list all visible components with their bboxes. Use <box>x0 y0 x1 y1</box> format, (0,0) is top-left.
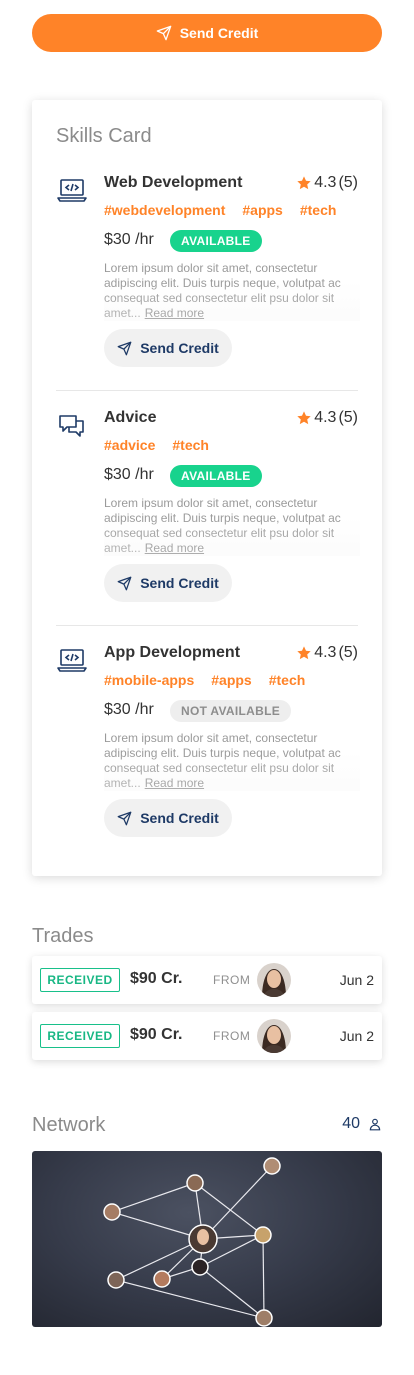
user-icon <box>369 1118 381 1131</box>
send-credit-label: Send Credit <box>140 340 219 356</box>
skill-tags: #webdevelopment #apps #tech <box>104 202 353 218</box>
send-credit-label: Send Credit <box>140 575 219 591</box>
star-icon <box>297 411 311 425</box>
received-badge: RECEIVED <box>40 968 120 992</box>
trade-row[interactable]: RECEIVED $90 Cr. FROM Jun 2 <box>32 956 382 1004</box>
skill-price: $30 /hr <box>104 701 154 718</box>
skills-card: Skills Card Web Development 4.3 (5) #web… <box>32 100 382 876</box>
skill-item-app-development: App Development 4.3 (5) #mobile-apps #ap… <box>56 644 360 844</box>
tag-link[interactable]: #tech <box>269 672 306 688</box>
network-graph-canvas <box>103 1157 281 1327</box>
skill-tags: #mobile-apps #apps #tech <box>104 672 322 688</box>
trade-date: Jun 2 <box>339 1028 374 1044</box>
paper-plane-icon <box>156 25 172 41</box>
description-text: Lorem ipsum dolor sit amet, consectetur … <box>104 261 341 320</box>
trade-amount: $90 Cr. <box>130 970 183 987</box>
skill-rating: 4.3 (5) <box>296 644 358 662</box>
send-credit-button[interactable]: Send Credit <box>104 799 232 837</box>
paper-plane-icon <box>117 576 132 590</box>
availability-badge: NOT AVAILABLE <box>170 700 292 722</box>
availability-badge: AVAILABLE <box>170 230 262 252</box>
tag-link[interactable]: #apps <box>242 202 282 218</box>
send-credit-label: Send Credit <box>140 810 219 826</box>
read-more-link[interactable]: Read more <box>145 776 204 790</box>
avatar[interactable] <box>257 1019 291 1053</box>
trade-amount: $90 Cr. <box>130 1026 183 1043</box>
skill-rating: 4.3 (5) <box>296 174 358 192</box>
paper-plane-icon <box>117 341 132 355</box>
trades-title: Trades <box>32 925 94 947</box>
network-graph[interactable] <box>32 1151 382 1327</box>
laptop-code-icon <box>57 179 87 202</box>
availability-badge: AVAILABLE <box>170 465 262 487</box>
avatar[interactable] <box>257 963 291 997</box>
network-nodes <box>103 1157 281 1327</box>
network-count-value: 40 <box>342 1115 360 1132</box>
network-title: Network <box>32 1114 106 1136</box>
rating-count: (5) <box>338 644 358 661</box>
tag-link[interactable]: #webdevelopment <box>104 202 225 218</box>
read-more-link[interactable]: Read more <box>145 306 204 320</box>
rating-count: (5) <box>338 409 358 426</box>
trade-date: Jun 2 <box>339 972 374 988</box>
skill-price: $30 /hr <box>104 466 154 483</box>
from-label: FROM <box>213 973 251 987</box>
skill-name: Advice <box>104 409 157 426</box>
skill-tags: #advice #tech <box>104 437 226 453</box>
description-text: Lorem ipsum dolor sit amet, consectetur … <box>104 496 341 555</box>
laptop-code-icon <box>57 649 87 672</box>
tag-link[interactable]: #tech <box>300 202 337 218</box>
send-credit-button[interactable]: Send Credit <box>104 329 232 367</box>
description-text: Lorem ipsum dolor sit amet, consectetur … <box>104 731 341 790</box>
rating-value: 4.3 <box>314 409 337 426</box>
star-icon <box>297 646 311 660</box>
tag-link[interactable]: #advice <box>104 437 155 453</box>
divider <box>56 625 358 626</box>
skills-card-title: Skills Card <box>56 125 152 147</box>
tag-link[interactable]: #mobile-apps <box>104 672 194 688</box>
from-label: FROM <box>213 1029 251 1043</box>
skill-item-advice: Advice 4.3 (5) #advice #tech $30 /hr AVA… <box>56 409 360 609</box>
skill-name: App Development <box>104 644 241 661</box>
network-count[interactable]: 40 <box>342 1115 382 1133</box>
skill-description: Lorem ipsum dolor sit amet, consectetur … <box>104 496 360 556</box>
tag-link[interactable]: #apps <box>211 672 251 688</box>
send-credit-button[interactable]: Send Credit <box>104 564 232 602</box>
skill-name: Web Development <box>104 174 243 191</box>
skill-description: Lorem ipsum dolor sit amet, consectetur … <box>104 261 360 321</box>
rating-count: (5) <box>338 174 358 191</box>
rating-value: 4.3 <box>314 174 337 191</box>
star-icon <box>297 176 311 190</box>
send-credit-label: Send Credit <box>179 25 259 41</box>
chat-bubbles-icon <box>59 415 84 437</box>
divider <box>56 390 358 391</box>
send-credit-button[interactable]: Send Credit <box>32 14 382 52</box>
read-more-link[interactable]: Read more <box>145 541 204 555</box>
tag-link[interactable]: #tech <box>172 437 209 453</box>
trade-row[interactable]: RECEIVED $90 Cr. FROM Jun 2 <box>32 1012 382 1060</box>
skill-price: $30 /hr <box>104 231 154 248</box>
paper-plane-icon <box>117 811 132 825</box>
skill-rating: 4.3 (5) <box>296 409 358 427</box>
skill-item-web-development: Web Development 4.3 (5) #webdevelopment … <box>56 174 360 374</box>
rating-value: 4.3 <box>314 644 337 661</box>
received-badge: RECEIVED <box>40 1024 120 1048</box>
skill-description: Lorem ipsum dolor sit amet, consectetur … <box>104 731 360 791</box>
